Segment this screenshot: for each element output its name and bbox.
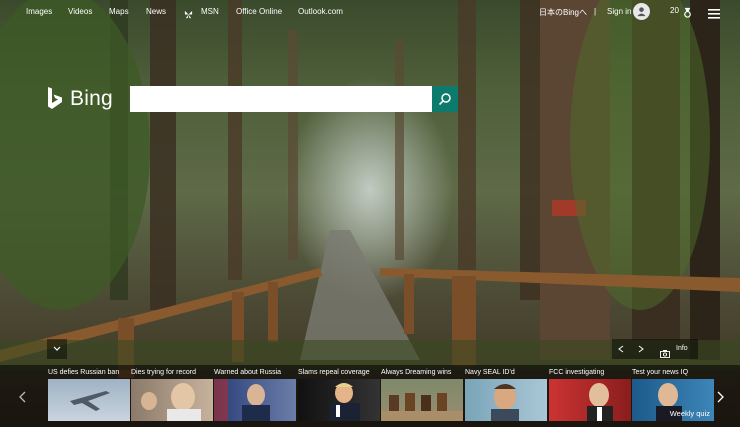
nav-office-online[interactable]: Office Online xyxy=(236,7,282,16)
sign-in-link[interactable]: Sign in xyxy=(607,7,631,16)
news-thumbnail xyxy=(298,379,380,421)
news-thumbnail: Weekly quiz xyxy=(632,379,714,421)
news-thumbnail xyxy=(465,379,547,421)
search-icon xyxy=(438,93,451,106)
nav-maps[interactable]: Maps xyxy=(109,7,129,16)
logo-text: Bing xyxy=(70,87,113,110)
news-item[interactable]: US defies Russian ban xyxy=(48,365,130,427)
weekly-quiz-badge: Weekly quiz xyxy=(669,409,710,418)
chevron-left-icon xyxy=(618,345,624,353)
news-title: Test your news IQ xyxy=(632,369,689,376)
news-thumbnail xyxy=(131,379,213,421)
top-nav: Images Videos Maps News MSN Office Onlin… xyxy=(0,0,740,26)
news-thumbnail xyxy=(549,379,631,421)
news-item[interactable]: Warned about Russia xyxy=(214,365,296,427)
news-item[interactable]: Dies trying for record xyxy=(131,365,213,427)
nav-msn[interactable]: MSN xyxy=(201,7,219,16)
news-title: US defies Russian ban xyxy=(48,369,120,376)
chevron-right-icon xyxy=(638,345,644,353)
collapse-news-button[interactable] xyxy=(47,339,67,359)
news-title: Navy SEAL ID'd xyxy=(465,369,515,376)
next-image-button[interactable] xyxy=(632,339,650,359)
news-item[interactable]: Always Dreaming wins xyxy=(381,365,463,427)
carousel-next-button[interactable] xyxy=(714,390,726,404)
news-title: Warned about Russia xyxy=(214,369,282,376)
news-title: Slams repeal coverage xyxy=(298,369,370,376)
chevron-down-icon xyxy=(53,346,61,351)
image-navigation: Info xyxy=(612,339,698,359)
news-item[interactable]: Test your news IQ Weekly quiz xyxy=(632,365,714,427)
chevron-right-icon xyxy=(717,391,724,403)
rewards-medal-icon[interactable] xyxy=(682,5,693,18)
bing-b-icon xyxy=(48,87,62,109)
news-item[interactable]: Navy SEAL ID'd xyxy=(465,365,547,427)
news-title: FCC investigating xyxy=(549,369,605,376)
news-title: Always Dreaming wins xyxy=(381,369,452,376)
news-thumbnail xyxy=(381,379,463,421)
news-title: Dies trying for record xyxy=(131,369,196,376)
image-info-link[interactable]: Info xyxy=(676,345,688,352)
previous-image-button[interactable] xyxy=(612,339,630,359)
news-thumbnail xyxy=(48,379,130,421)
carousel-prev-button[interactable] xyxy=(16,390,28,404)
divider: | xyxy=(594,7,597,16)
nav-videos[interactable]: Videos xyxy=(68,7,92,16)
msn-butterfly-icon xyxy=(184,6,193,19)
camera-icon[interactable] xyxy=(660,345,670,358)
nav-outlook[interactable]: Outlook.com xyxy=(298,7,343,16)
nav-news[interactable]: News xyxy=(146,7,166,16)
region-link[interactable]: 日本のBingへ xyxy=(539,7,587,18)
rewards-count[interactable]: 20 xyxy=(670,6,679,15)
chevron-left-icon xyxy=(18,391,25,403)
news-item[interactable]: Slams repeal coverage xyxy=(298,365,380,427)
bing-logo[interactable]: Bing xyxy=(46,85,113,113)
search-button[interactable] xyxy=(432,86,458,112)
news-item[interactable]: FCC investigating xyxy=(549,365,631,427)
search-input[interactable] xyxy=(130,86,432,112)
nav-images[interactable]: Images xyxy=(26,7,52,16)
news-thumbnail xyxy=(214,379,296,421)
avatar-icon[interactable] xyxy=(633,3,650,20)
hamburger-menu-icon[interactable] xyxy=(708,6,720,19)
forest-scene xyxy=(0,0,740,378)
news-carousel: US defies Russian ban Dies trying for re… xyxy=(0,365,740,427)
